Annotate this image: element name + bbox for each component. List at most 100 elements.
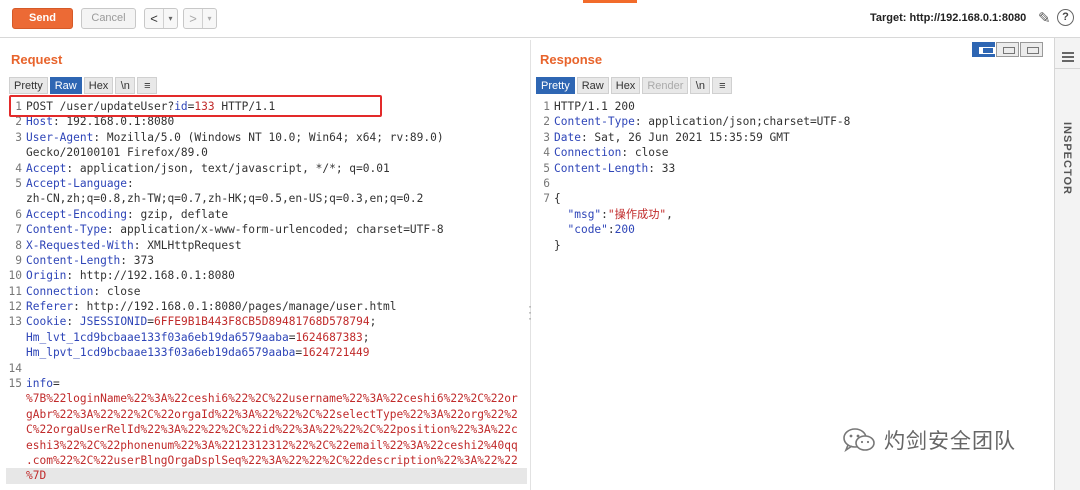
code-token: zh-CN,zh;q=0.8,zh-TW;q=0.7,zh-HK;q=0.5,e…	[26, 192, 424, 206]
code-token: Origin	[26, 269, 67, 283]
pencil-icon[interactable]: ✎	[1038, 9, 1051, 27]
request-line[interactable]: C%22orgaUserRelId%22%3A%22%22%2C%22id%22…	[6, 422, 527, 437]
request-tab-hex[interactable]: Hex	[83, 77, 114, 94]
code-token: gAbr%22%3A%22%22%2C%22orgaId%22%3A%22%22…	[26, 407, 518, 421]
line-number	[6, 191, 26, 206]
watermark: 灼剑安全团队	[842, 425, 1016, 455]
request-tab-pretty[interactable]: Pretty	[9, 77, 48, 94]
request-line[interactable]: %7D	[6, 468, 527, 484]
send-button[interactable]: Send	[12, 8, 73, 29]
code-token: User-Agent	[26, 130, 94, 144]
request-line[interactable]: 5 Accept-Language:	[6, 176, 527, 191]
response-line[interactable]: "code":200	[534, 222, 1052, 237]
request-line[interactable]: 13 Cookie: JSESSIONID=6FFE9B1B443F8CB5D89…	[6, 314, 527, 329]
line-content: Content-Type: application/json;charset=U…	[554, 114, 1052, 129]
help-icon[interactable]: ?	[1057, 9, 1074, 26]
request-line[interactable]: gAbr%22%3A%22%22%2C%22orgaId%22%3A%22%22…	[6, 407, 527, 422]
forward-button[interactable]: >	[184, 9, 202, 28]
response-line[interactable]: 6	[534, 176, 1052, 191]
top-bottom-layout-icon[interactable]	[996, 42, 1019, 57]
tabs-layout-icon[interactable]	[1020, 42, 1043, 57]
request-line[interactable]: eshi3%22%2C%22phonenum%22%3A%2212312312%…	[6, 438, 527, 453]
code-token: : http://192.168.0.1:8080/pages/manage/u…	[73, 300, 397, 314]
response-line[interactable]: 4 Connection: close	[534, 145, 1052, 160]
request-line[interactable]: 14	[6, 361, 527, 376]
request-line[interactable]: 4 Accept: application/json, text/javascri…	[6, 161, 527, 176]
line-number: 7	[543, 192, 550, 206]
code-token: Connection	[554, 146, 622, 160]
code-token: : http://192.168.0.1:8080	[66, 269, 235, 283]
request-line[interactable]: Gecko/20100101 Firefox/89.0	[6, 145, 527, 160]
code-token: Hm_lpvt_1cd9bcbaae133f03a6eb19da6579aaba	[26, 346, 296, 360]
cancel-button[interactable]: Cancel	[81, 8, 136, 29]
response-tab-pretty[interactable]: Pretty	[536, 77, 575, 94]
forward-history-dropdown[interactable]: ▾	[202, 9, 216, 28]
code-token: : 33	[648, 161, 676, 175]
forward-nav[interactable]: > ▾	[183, 8, 217, 29]
request-editor[interactable]: 1 POST /user/updateUser?id=133 HTTP/1.1 2 H…	[6, 99, 527, 484]
request-tab-menu[interactable]: ≡	[137, 77, 158, 94]
line-content: Origin: http://192.168.0.1:8080	[26, 268, 527, 283]
line-number	[534, 222, 554, 237]
code-token: Content-Length	[554, 161, 649, 175]
back-button[interactable]: <	[145, 9, 163, 28]
toolbar: Send Cancel < ▾ > ▾ Target: http://192.1…	[0, 0, 1080, 38]
request-line[interactable]: zh-CN,zh;q=0.8,zh-TW;q=0.7,zh-HK;q=0.5,e…	[6, 191, 527, 206]
response-line[interactable]: 5 Content-Length: 33	[534, 161, 1052, 176]
request-line[interactable]: Hm_lpvt_1cd9bcbaae133f03a6eb19da6579aaba…	[6, 345, 527, 360]
line-number: 5	[543, 161, 550, 175]
inspector-sidebar[interactable]: INSPECTOR	[1054, 38, 1080, 490]
code-token: :	[66, 315, 80, 329]
response-line[interactable]: 7{	[534, 191, 1052, 206]
code-token: "code"	[567, 223, 608, 237]
line-content: Gecko/20100101 Firefox/89.0	[26, 145, 527, 160]
request-line[interactable]: .com%22%2C%22userBlngOrgaDsplSeq%22%3A%2…	[6, 453, 527, 468]
line-content: Hm_lpvt_1cd9bcbaae133f03a6eb19da6579aaba…	[26, 345, 527, 360]
active-tab-indicator	[583, 0, 637, 3]
request-line[interactable]: Hm_lvt_1cd9bcbaae133f03a6eb19da6579aaba=…	[6, 330, 527, 345]
line-number	[534, 207, 554, 222]
request-line[interactable]: 8 X-Requested-With: XMLHttpRequest	[6, 238, 527, 253]
line-number: 6	[15, 207, 22, 221]
response-line[interactable]: }	[534, 238, 1052, 253]
response-line[interactable]: 3 Date: Sat, 26 Jun 2021 15:35:59 GMT	[534, 130, 1052, 145]
line-content: Content-Length: 33	[554, 161, 1052, 176]
response-editor[interactable]: 1 HTTP/1.1 200 2 Content-Type: application/…	[534, 99, 1052, 253]
line-content: gAbr%22%3A%22%22%2C%22orgaId%22%3A%22%22…	[26, 407, 527, 422]
request-line[interactable]: 6 Accept-Encoding: gzip, deflate	[6, 207, 527, 222]
request-line[interactable]: 3 User-Agent: Mozilla/5.0 (Windows NT 10.…	[6, 130, 527, 145]
line-content: eshi3%22%2C%22phonenum%22%3A%2212312312%…	[26, 438, 527, 453]
response-tab-hex[interactable]: Hex	[610, 77, 641, 94]
response-line[interactable]: 2 Content-Type: application/json;charset=…	[534, 114, 1052, 129]
line-content: Cookie: JSESSIONID=6FFE9B1B443F8CB5D8948…	[26, 314, 527, 329]
line-content: User-Agent: Mozilla/5.0 (Windows NT 10.0…	[26, 130, 527, 145]
line-number: 3	[543, 130, 550, 144]
request-tab-raw[interactable]: Raw	[49, 77, 82, 94]
response-line[interactable]: 1 HTTP/1.1 200	[534, 99, 1052, 114]
response-tab-raw[interactable]: Raw	[576, 77, 609, 94]
request-line[interactable]: 10 Origin: http://192.168.0.1:8080	[6, 268, 527, 283]
response-tab-newline[interactable]: \n	[690, 77, 711, 94]
back-history-dropdown[interactable]: ▾	[163, 9, 177, 28]
response-tab-menu[interactable]: ≡	[712, 77, 733, 94]
inspector-label[interactable]: INSPECTOR	[1061, 122, 1073, 195]
code-token: 1624687383	[295, 330, 363, 344]
response-tab-render[interactable]: Render	[642, 77, 689, 94]
request-line[interactable]: 7 Content-Type: application/x-www-form-ur…	[6, 222, 527, 237]
request-line[interactable]: 11 Connection: close	[6, 284, 527, 299]
response-title: Response	[540, 52, 603, 67]
drag-handle-icon[interactable]: · · ·	[526, 300, 534, 324]
request-line[interactable]: 15 info=	[6, 376, 527, 391]
request-tab-newline[interactable]: \n	[115, 77, 136, 94]
request-line[interactable]: %7B%22loginName%22%3A%22ceshi6%22%2C%22u…	[6, 391, 527, 406]
line-content: "code":200	[554, 222, 1052, 237]
side-by-side-layout-icon[interactable]	[972, 42, 997, 57]
request-line[interactable]: 9 Content-Length: 373	[6, 253, 527, 268]
panel-divider[interactable]	[530, 40, 531, 490]
code-token: %7D	[26, 469, 47, 483]
menu-icon[interactable]	[1062, 52, 1074, 64]
back-nav[interactable]: < ▾	[144, 8, 178, 29]
response-line[interactable]: "msg":"操作成功",	[534, 207, 1052, 222]
request-line[interactable]: 12 Referer: http://192.168.0.1:8080/pages…	[6, 299, 527, 314]
code-token: : application/json, text/javascript, */*…	[66, 161, 390, 175]
